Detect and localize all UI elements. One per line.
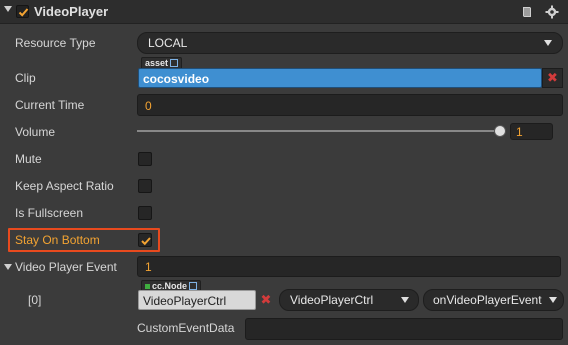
component-enabled-checkbox[interactable] xyxy=(16,5,29,18)
volume-value: 1 xyxy=(516,125,523,139)
volume-slider-track[interactable] xyxy=(137,130,502,132)
mute-checkbox[interactable] xyxy=(138,152,152,166)
current-time-value: 0 xyxy=(145,99,152,113)
external-link-icon xyxy=(189,282,198,290)
component-title: VideoPlayer xyxy=(34,4,109,19)
checkmark-icon xyxy=(141,237,151,246)
event-index-label: [0] xyxy=(28,293,42,307)
clip-label: Clip xyxy=(15,71,36,85)
chevron-down-icon xyxy=(549,297,557,303)
gear-icon[interactable] xyxy=(545,5,559,19)
handler-value: onVideoPlayerEvent xyxy=(433,293,542,307)
event-target-name: VideoPlayerCtrl xyxy=(143,294,227,308)
component-dropdown[interactable]: VideoPlayerCtrl xyxy=(279,289,419,311)
video-player-event-count-input[interactable]: 1 xyxy=(137,256,561,277)
is-fullscreen-label: Is Fullscreen xyxy=(15,206,84,220)
stay-on-bottom-label: Stay On Bottom xyxy=(15,233,100,247)
is-fullscreen-checkbox[interactable] xyxy=(138,206,152,220)
current-time-input[interactable]: 0 xyxy=(137,94,563,116)
resource-type-dropdown[interactable]: LOCAL xyxy=(137,32,563,54)
volume-input[interactable]: 1 xyxy=(510,123,553,140)
event-target-node-field[interactable]: VideoPlayerCtrl xyxy=(138,290,256,310)
volume-slider-handle[interactable] xyxy=(494,125,506,137)
expand-arrow-icon[interactable] xyxy=(4,264,12,270)
custom-event-data-label: CustomEventData xyxy=(137,321,235,335)
video-player-event-label: Video Player Event xyxy=(15,260,117,274)
keep-aspect-ratio-checkbox[interactable] xyxy=(138,179,152,193)
stay-on-bottom-checkbox[interactable] xyxy=(138,233,152,247)
clear-clip-button[interactable]: ✖ xyxy=(542,68,563,88)
video-player-event-count: 1 xyxy=(145,260,152,274)
custom-event-data-input[interactable] xyxy=(245,318,563,340)
clear-target-button[interactable]: ✖ xyxy=(256,290,276,310)
handler-dropdown[interactable]: onVideoPlayerEvent xyxy=(423,289,564,311)
asset-tag[interactable]: asset xyxy=(141,57,183,68)
clip-asset-name: cocosvideo xyxy=(143,72,210,86)
book-icon[interactable] xyxy=(520,5,534,19)
external-link-icon xyxy=(170,59,179,67)
chevron-down-icon xyxy=(401,297,409,303)
clip-asset-field[interactable]: cocosvideo xyxy=(138,68,542,88)
resource-type-value: LOCAL xyxy=(148,36,188,50)
node-icon xyxy=(145,284,150,289)
component-value: VideoPlayerCtrl xyxy=(290,293,374,307)
keep-aspect-ratio-label: Keep Aspect Ratio xyxy=(15,179,114,193)
resource-type-label: Resource Type xyxy=(15,36,96,50)
mute-label: Mute xyxy=(15,152,42,166)
current-time-label: Current Time xyxy=(15,98,85,112)
chevron-down-icon xyxy=(544,40,552,46)
collapse-arrow-icon[interactable] xyxy=(4,6,12,12)
volume-label: Volume xyxy=(15,125,56,139)
checkmark-icon xyxy=(18,8,29,17)
